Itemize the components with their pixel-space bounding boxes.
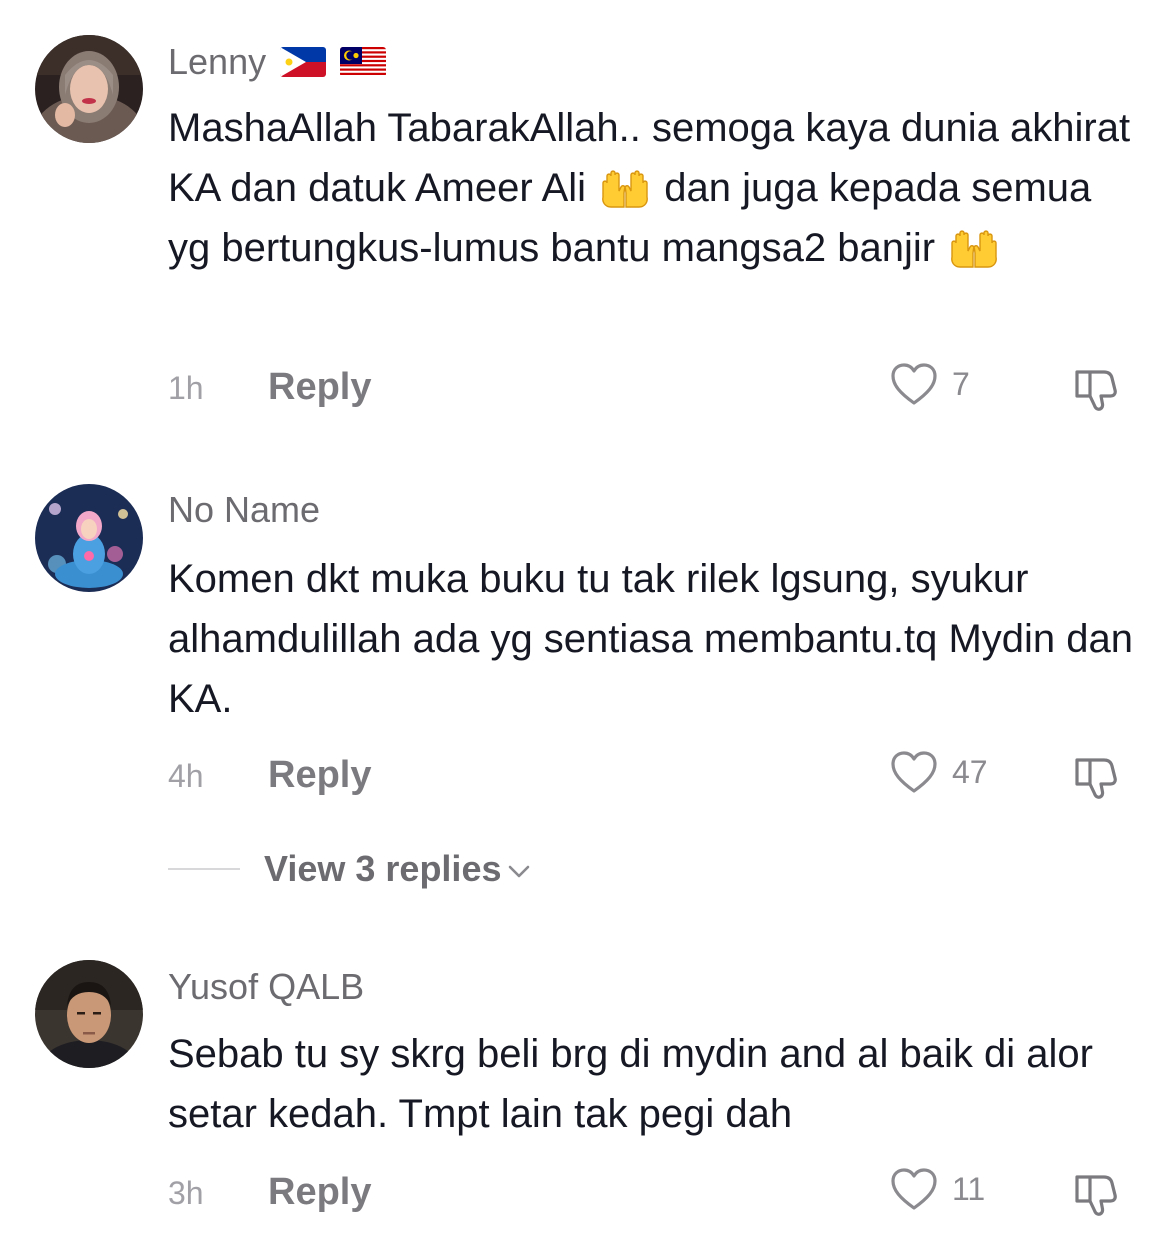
view-replies-button[interactable]: View 3 replies: [168, 848, 531, 890]
like-button[interactable]: 7: [890, 362, 970, 406]
like-button[interactable]: 11: [890, 1167, 985, 1211]
avatar[interactable]: [35, 35, 143, 143]
comment-text: Sebab tu sy skrg beli brg di mydin and a…: [168, 1032, 1093, 1136]
avatar[interactable]: [35, 960, 143, 1068]
like-count: 7: [952, 365, 970, 402]
avatar[interactable]: [35, 484, 143, 592]
dislike-button[interactable]: [1071, 364, 1119, 417]
replies-divider: [168, 868, 240, 870]
heart-outline-icon: [890, 1167, 938, 1211]
like-button[interactable]: 47: [890, 750, 988, 794]
heart-outline-icon: [890, 750, 938, 794]
reply-button[interactable]: Reply: [268, 366, 371, 409]
timestamp: 1h: [168, 370, 204, 406]
thumbs-down-icon: [1071, 364, 1119, 412]
palms-up-together-emoji-icon: [946, 227, 1002, 269]
view-replies-label: View 3 replies: [264, 848, 502, 889]
reply-button[interactable]: Reply: [268, 754, 371, 797]
dislike-button[interactable]: [1071, 752, 1119, 805]
thumbs-down-icon: [1071, 1169, 1119, 1217]
heart-outline-icon: [890, 362, 938, 406]
username-text: Yusof QALB: [168, 966, 365, 1007]
chevron-down-icon: [507, 864, 531, 880]
username-text: Lenny: [168, 41, 267, 82]
comment-actions: 4h Reply 47: [168, 750, 1128, 800]
thumbs-down-icon: [1071, 752, 1119, 800]
like-count: 47: [952, 753, 988, 790]
reply-button[interactable]: Reply: [268, 1171, 371, 1214]
timestamp: 4h: [168, 758, 204, 794]
username[interactable]: Lenny: [168, 41, 387, 82]
comment-actions: 3h Reply 11: [168, 1167, 1128, 1217]
comment-text: Komen dkt muka buku tu tak rilek lgsung,…: [168, 557, 1134, 721]
comment-actions: 1h Reply 7: [168, 362, 1128, 412]
palms-up-together-emoji-icon: [597, 167, 653, 209]
like-count: 11: [952, 1170, 986, 1207]
comment-text: MashaAllah TabarakAllah.. semoga kaya du…: [168, 98, 1138, 278]
timestamp: 3h: [168, 1175, 204, 1211]
username-text: No Name: [168, 489, 321, 530]
philippines-flag-icon: [280, 47, 327, 77]
dislike-button[interactable]: [1071, 1169, 1119, 1222]
username[interactable]: No Name: [168, 490, 320, 530]
username[interactable]: Yusof QALB: [168, 967, 364, 1007]
malaysia-flag-icon: [340, 47, 387, 77]
